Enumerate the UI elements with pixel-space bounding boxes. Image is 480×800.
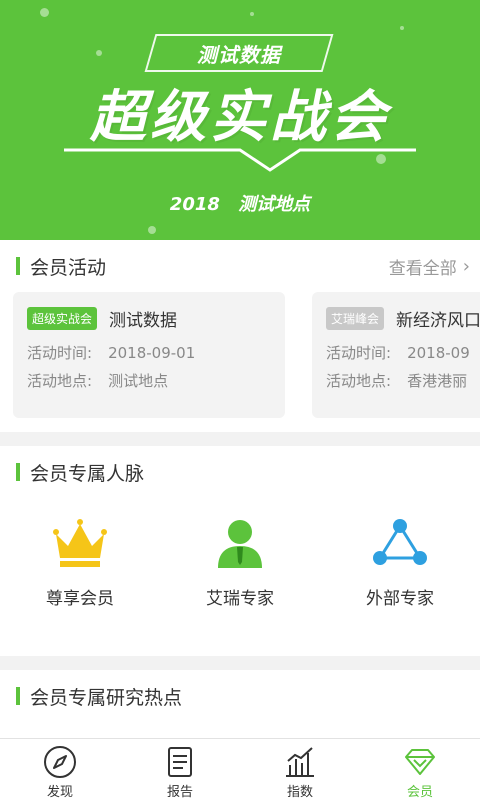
crown-icon: [53, 519, 107, 567]
tab-label: 会员: [406, 785, 433, 800]
research-title: 会员专属研究热点: [30, 686, 183, 709]
activity-card[interactable]: 艾瑞峰会 新经济风口 活动时间: 2018-09 活动地点: 香港港丽: [312, 292, 480, 418]
tab-label: 指数: [286, 785, 313, 800]
activity-time-value: 2018-09-01: [108, 344, 196, 362]
network-item-label: 外部专家: [366, 589, 434, 609]
share-network-icon: [373, 519, 427, 565]
activity-place-value: 香港港丽: [407, 372, 468, 390]
section-accent-bar: [16, 257, 20, 275]
network-item-vip[interactable]: 尊享会员: [0, 516, 160, 609]
tab-report[interactable]: 报告: [120, 739, 240, 800]
view-all-link[interactable]: 查看全部 ›: [389, 240, 470, 292]
activity-name: 测试数据: [109, 311, 178, 331]
chevron-right-icon: ›: [462, 255, 470, 277]
network-item-iresearch-expert[interactable]: 艾瑞专家: [160, 516, 320, 609]
activities-section: 会员活动 查看全部 › 超级实战会 测试数据 活动时间: 2018-09-01 活…: [0, 240, 480, 432]
hero-chevron-underline: [64, 148, 416, 172]
hero-location: 测试地点: [238, 194, 311, 215]
network-item-label: 尊享会员: [46, 589, 114, 609]
tab-label: 发现: [46, 785, 73, 800]
network-title: 会员专属人脉: [30, 462, 145, 485]
decor-dot: [96, 50, 102, 56]
activity-badge: 艾瑞峰会: [326, 307, 385, 330]
activity-name: 新经济风口: [396, 311, 480, 331]
activity-place: 活动地点: 测试地点: [27, 370, 168, 391]
report-icon: [168, 747, 192, 777]
expert-person-icon: [218, 520, 262, 568]
network-header: 会员专属人脉: [0, 446, 480, 498]
tab-member[interactable]: 会员: [360, 739, 480, 800]
diamond-icon: [405, 749, 435, 775]
hero-subtitle: 2018 测试地点: [0, 190, 480, 216]
view-all-label: 查看全部: [388, 258, 457, 279]
activity-badge: 超级实战会: [27, 307, 98, 330]
activities-title: 会员活动: [30, 256, 107, 279]
network-item-external-expert[interactable]: 外部专家: [320, 516, 480, 609]
activity-time: 活动时间: 2018-09: [326, 342, 470, 363]
research-section: 会员专属研究热点: [0, 670, 480, 738]
decor-dot: [40, 8, 49, 17]
tab-index[interactable]: 指数: [240, 739, 360, 800]
activity-time-label: 活动时间:: [326, 344, 392, 362]
tab-discover[interactable]: 发现: [0, 739, 120, 800]
activity-place-label: 活动地点:: [27, 372, 93, 390]
network-section: 会员专属人脉 尊享会员 艾瑞专家 外部专家: [0, 446, 480, 656]
activity-place-label: 活动地点:: [326, 372, 392, 390]
hero-year: 2018: [169, 194, 220, 215]
activity-place: 活动地点: 香港港丽: [326, 370, 467, 391]
activity-time-label: 活动时间:: [27, 344, 93, 362]
activity-place-value: 测试地点: [108, 372, 169, 390]
section-accent-bar: [16, 687, 20, 705]
hero-tag: 测试数据: [197, 42, 281, 67]
hero-title: 超级实战会: [90, 85, 390, 150]
research-header: 会员专属研究热点: [0, 670, 480, 722]
compass-icon: [44, 746, 76, 778]
section-accent-bar: [16, 463, 20, 481]
decor-dot: [400, 26, 404, 30]
network-item-label: 艾瑞专家: [206, 589, 274, 609]
tab-label: 报告: [166, 785, 193, 800]
hero-banner[interactable]: 测试数据 超级实战会 2018 测试地点: [0, 0, 480, 240]
activity-card[interactable]: 超级实战会 测试数据 活动时间: 2018-09-01 活动地点: 测试地点: [13, 292, 285, 418]
activity-time: 活动时间: 2018-09-01: [27, 342, 195, 363]
activity-time-value: 2018-09: [407, 344, 470, 362]
chart-icon: [286, 747, 314, 777]
bottom-tab-bar: 发现 报告 指数 会员: [0, 738, 480, 800]
decor-dot: [148, 226, 156, 234]
decor-dot: [250, 12, 254, 16]
